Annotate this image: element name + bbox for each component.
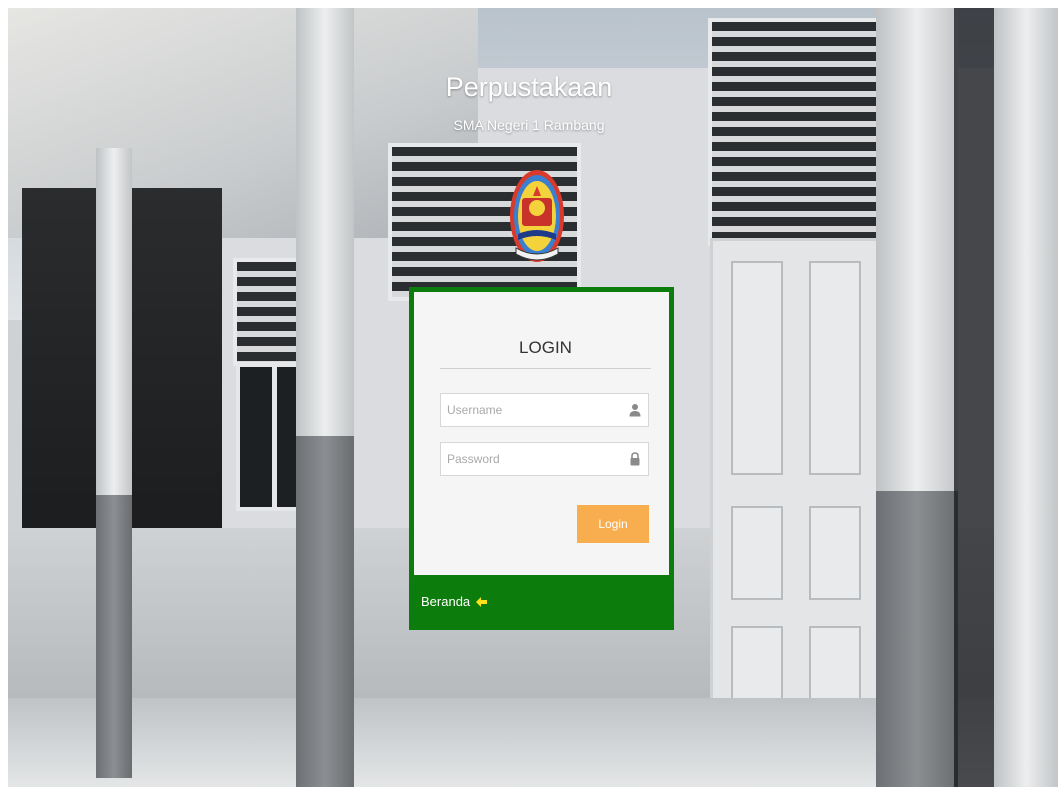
arrow-left-icon [476,596,488,607]
lock-icon [630,452,640,466]
site-title: Perpustakaan [445,72,613,102]
beranda-label: Beranda [421,594,471,609]
password-field[interactable] [440,442,649,476]
password-input[interactable] [441,443,621,475]
login-heading: LOGIN [440,338,651,369]
username-field[interactable] [440,393,649,427]
login-button[interactable]: Login [577,505,649,543]
username-input[interactable] [441,394,621,426]
beranda-link[interactable]: Beranda [421,594,488,609]
site-subtitle: SMA Negeri 1 Rambang [453,117,605,133]
school-emblem-icon [510,170,564,262]
user-icon [629,404,641,417]
login-card: LOGIN Login Beranda [409,287,674,630]
login-form: LOGIN Login [414,292,669,575]
